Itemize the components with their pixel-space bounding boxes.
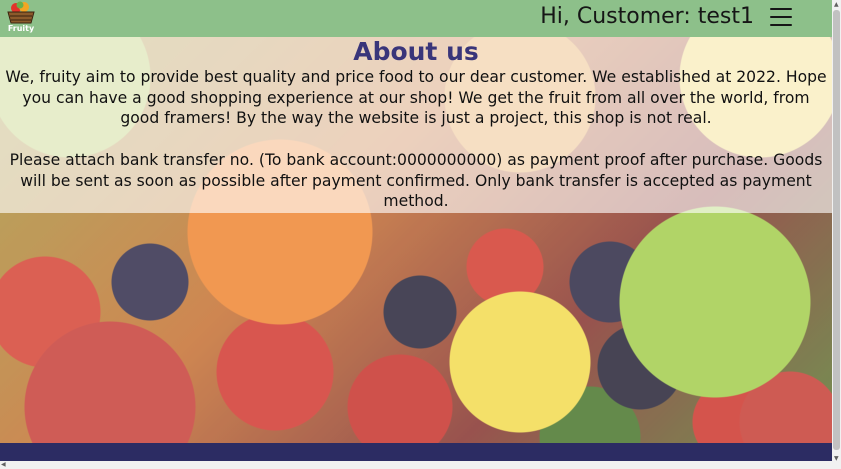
fruit-background-image: About us We, fruity aim to provide best …: [0, 37, 832, 443]
fruity-logo[interactable]: Fruity: [4, 1, 38, 35]
scroll-up-icon[interactable]: ▲: [834, 2, 839, 8]
vertical-scroll-thumb[interactable]: [833, 10, 840, 450]
about-paragraph-1: We, fruity aim to provide best quality a…: [5, 68, 827, 128]
page-footer: [0, 443, 832, 461]
fruit-basket-icon: [7, 1, 35, 24]
logo-text: Fruity: [7, 24, 35, 33]
customer-greeting: Hi, Customer: test1: [540, 4, 754, 29]
scroll-down-icon[interactable]: ▼: [834, 456, 839, 462]
top-navbar: Fruity Hi, Customer: test1: [0, 0, 832, 37]
horizontal-scrollbar[interactable]: ◀: [0, 461, 832, 469]
about-title: About us: [353, 37, 479, 66]
about-section: About us We, fruity aim to provide best …: [0, 37, 832, 213]
hamburger-menu-icon[interactable]: [770, 6, 792, 28]
about-paragraph-2: Please attach bank transfer no. (To bank…: [9, 151, 823, 211]
scroll-left-icon[interactable]: ◀: [1, 462, 6, 468]
vertical-scrollbar[interactable]: ▲ ▼: [832, 0, 841, 469]
